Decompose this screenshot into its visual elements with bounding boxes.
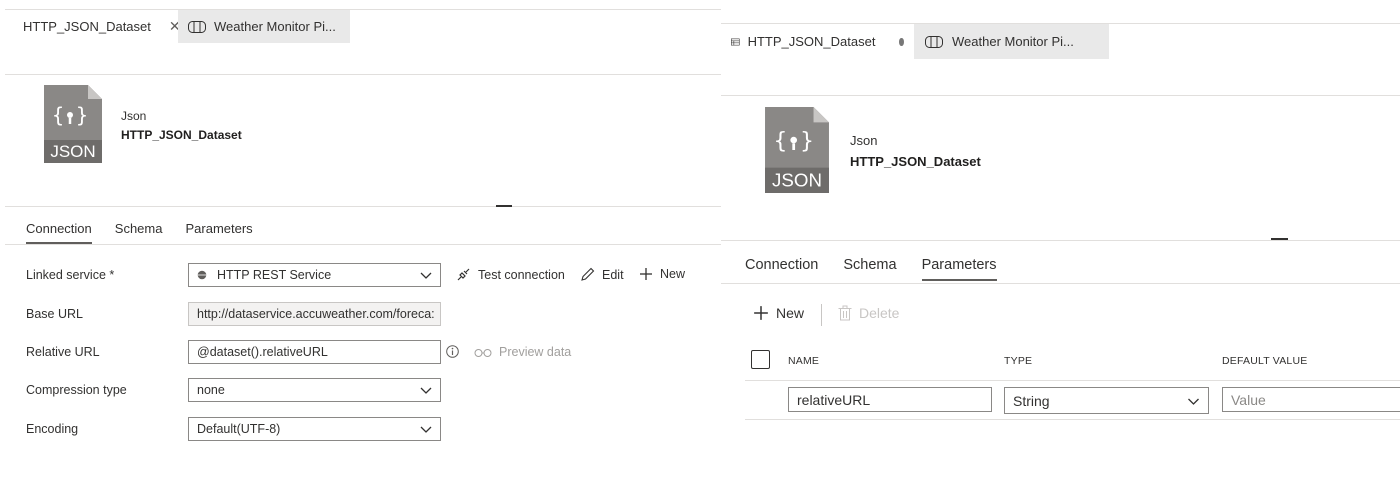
new-parameter-button[interactable]: New: [753, 305, 804, 321]
dataset-type: Json: [850, 133, 878, 148]
tab-weather-monitor-pipeline[interactable]: Weather Monitor Pi...: [914, 24, 1109, 59]
divider: [721, 240, 1400, 241]
dataset-name: HTTP_JSON_Dataset: [850, 154, 981, 169]
divider: [5, 74, 721, 75]
tab-schema[interactable]: Schema: [115, 221, 163, 244]
compression-type-select[interactable]: none: [188, 378, 441, 402]
dataset-type: Json: [121, 109, 147, 123]
relative-url-field[interactable]: @dataset().relativeURL: [188, 340, 441, 364]
svg-text:JSON: JSON: [772, 169, 822, 190]
chevron-down-icon: [420, 272, 432, 279]
new-linked-service-button[interactable]: New: [639, 267, 685, 281]
relative-url-value: @dataset().relativeURL: [197, 345, 328, 359]
column-header-name: NAME: [788, 355, 820, 367]
encoding-select[interactable]: Default(UTF-8): [188, 417, 441, 441]
base-url-label: Base URL: [26, 307, 83, 321]
compression-type-label: Compression type: [26, 383, 127, 397]
tab-parameters[interactable]: Parameters: [921, 257, 997, 281]
parameter-default-value-input[interactable]: Value: [1222, 387, 1400, 412]
new-label: New: [660, 267, 686, 281]
document-tab-bar: HTTP_JSON_Dataset ✕ Weather Monitor Pi..…: [5, 10, 721, 43]
linked-service-label: Linked service *: [26, 268, 115, 282]
divider: [5, 244, 721, 245]
base-url-value: http://dataservice.accuweather.com/forec…: [197, 307, 435, 321]
document-tab-bar: HTTP_JSON_Dataset Weather Monitor Pi...: [721, 23, 1400, 59]
new-label: New: [776, 305, 805, 321]
linked-service-select[interactable]: HTTP REST Service: [188, 263, 441, 287]
parameter-name-input[interactable]: relativeURL: [788, 387, 992, 412]
subtab-bar: Connection Schema Parameters: [26, 221, 253, 244]
tab-label: Weather Monitor Pi...: [952, 34, 1074, 49]
parameter-type-value: String: [1013, 392, 1050, 409]
tab-label: HTTP_JSON_Dataset: [747, 34, 876, 49]
relative-url-label: Relative URL: [26, 345, 100, 359]
preview-data-button[interactable]: Preview data: [474, 345, 571, 359]
right-dataset-editor: HTTP_JSON_Dataset Weather Monitor Pi... …: [721, 23, 1400, 502]
subtab-bar: Connection Schema Parameters: [745, 257, 997, 281]
select-all-checkbox[interactable]: [751, 350, 770, 369]
chevron-down-icon: [1188, 398, 1199, 405]
json-file-icon: { } JSON: [44, 85, 102, 163]
plug-icon: [457, 268, 470, 281]
tab-label: Weather Monitor Pi...: [214, 19, 336, 34]
dataset-name: HTTP_JSON_Dataset: [121, 128, 242, 142]
default-value-placeholder: Value: [1231, 391, 1266, 408]
plus-icon: [640, 268, 652, 280]
preview-data-label: Preview data: [499, 345, 572, 359]
test-connection-button[interactable]: Test connection: [456, 267, 565, 282]
edit-button[interactable]: Edit: [580, 267, 624, 282]
delete-label: Delete: [859, 305, 900, 321]
glasses-icon: [474, 349, 492, 357]
toolbar-separator: [821, 304, 822, 326]
unsaved-changes-dot-icon[interactable]: [899, 37, 904, 46]
tab-connection[interactable]: Connection: [26, 221, 92, 244]
divider: [721, 95, 1400, 96]
linked-service-value: HTTP REST Service: [217, 268, 332, 282]
resize-handle[interactable]: [496, 205, 512, 207]
column-header-default-value: DEFAULT VALUE: [1222, 355, 1308, 367]
tab-schema[interactable]: Schema: [843, 257, 896, 281]
chevron-down-icon: [420, 426, 432, 433]
globe-icon: [197, 270, 207, 280]
parameter-name-value: relativeURL: [797, 391, 871, 408]
table-icon: [731, 38, 740, 45]
column-header-type: TYPE: [1004, 355, 1033, 367]
tab-http-json-dataset[interactable]: HTTP_JSON_Dataset: [721, 24, 914, 59]
info-icon[interactable]: [446, 345, 459, 358]
tab-label: HTTP_JSON_Dataset: [23, 19, 151, 34]
base-url-field[interactable]: http://dataservice.accuweather.com/forec…: [188, 302, 441, 326]
pipeline-icon: [925, 35, 943, 48]
delete-parameter-button[interactable]: Delete: [838, 305, 899, 321]
json-file-icon: { } JSON: [765, 107, 829, 193]
plus-icon: [754, 306, 768, 320]
row-divider: [745, 419, 1400, 420]
compression-type-value: none: [197, 383, 225, 397]
tab-parameters[interactable]: Parameters: [185, 221, 252, 244]
tab-weather-monitor-pipeline[interactable]: Weather Monitor Pi...: [178, 10, 350, 43]
tab-http-json-dataset[interactable]: HTTP_JSON_Dataset ✕: [5, 10, 181, 43]
trash-icon: [838, 305, 852, 321]
parameter-type-select[interactable]: String: [1004, 387, 1209, 414]
encoding-value: Default(UTF-8): [197, 422, 281, 436]
svg-text:JSON: JSON: [50, 142, 95, 161]
tab-connection[interactable]: Connection: [745, 257, 818, 281]
pipeline-icon: [188, 20, 206, 33]
encoding-label: Encoding: [26, 422, 79, 436]
divider: [721, 283, 1400, 284]
pencil-icon: [581, 267, 595, 281]
divider: [5, 206, 721, 207]
grid-header-divider: [745, 380, 1400, 381]
chevron-down-icon: [420, 387, 432, 394]
resize-handle[interactable]: [1271, 238, 1288, 240]
left-dataset-editor: HTTP_JSON_Dataset ✕ Weather Monitor Pi..…: [5, 9, 721, 471]
edit-label: Edit: [602, 267, 624, 282]
test-connection-label: Test connection: [478, 267, 565, 282]
